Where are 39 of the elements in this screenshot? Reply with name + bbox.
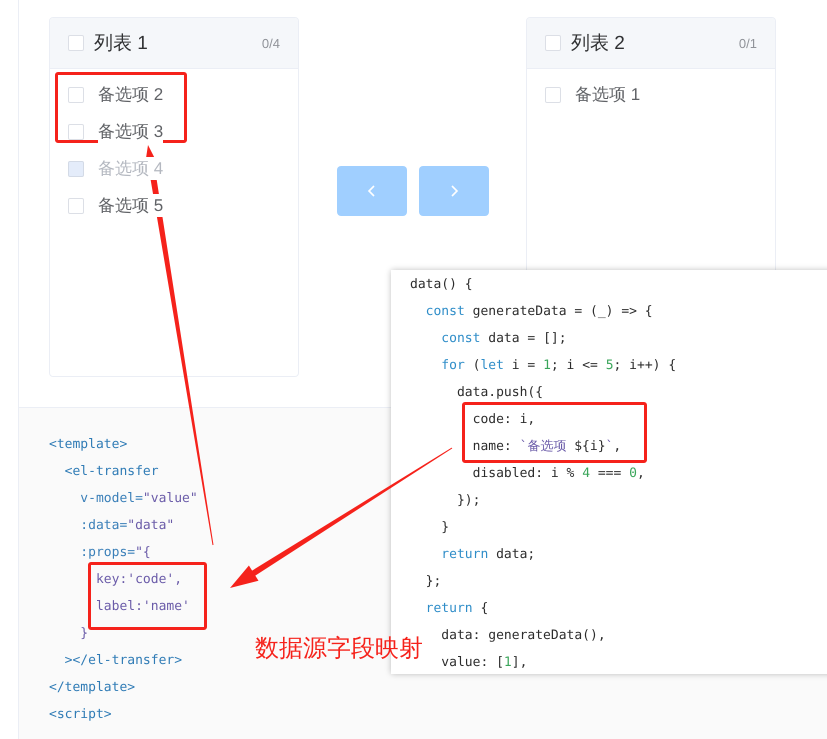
code-line: key:'code',	[94, 571, 182, 589]
code-line: data.push({	[456, 384, 544, 402]
checkbox[interactable]	[68, 124, 84, 140]
code-line: value: [1],	[440, 654, 528, 672]
code-line: });	[456, 492, 480, 510]
checkbox[interactable]	[68, 35, 84, 51]
checkbox[interactable]	[68, 86, 84, 102]
code-line: name: `备选项 ${i}`,	[472, 438, 622, 456]
code-line: return data;	[440, 546, 536, 564]
code-line: for (let i = 1; i <= 5; i++) {	[440, 357, 676, 375]
code-line: label:'name'	[94, 598, 190, 616]
code-line: v-model="value"	[79, 490, 198, 508]
annotation-label: 数据源字段映射	[255, 633, 423, 664]
code-line: code: i,	[472, 411, 536, 429]
selection-count: 0/1	[738, 36, 757, 50]
panel-title: 列表 2	[571, 32, 626, 56]
selection-count: 0/4	[262, 36, 280, 50]
code-line: <el-transfer	[64, 463, 159, 481]
code-line: :props="{	[79, 544, 151, 562]
code-line: const data = [];	[440, 330, 567, 348]
code-line: <template>	[49, 436, 128, 454]
code-line: disabled: i % 4 === 0,	[472, 465, 645, 483]
code-line: data: generateData(),	[440, 627, 606, 645]
option-label[interactable]: 备选项 3	[98, 120, 164, 143]
code-line: }	[440, 519, 450, 537]
code-line: const generateData = (_) => {	[424, 303, 653, 321]
code-line: <script>	[49, 706, 112, 724]
option-label[interactable]: 备选项 5	[98, 194, 164, 217]
checkbox[interactable]	[545, 35, 561, 51]
checkbox[interactable]	[545, 86, 561, 102]
checkbox[interactable]	[68, 198, 84, 214]
code-line: ></el-transfer>	[64, 652, 182, 670]
code-line: </template>	[49, 679, 136, 697]
code-line: }	[79, 625, 88, 643]
code-line: data() {	[410, 276, 473, 294]
code-line: };	[424, 573, 442, 591]
panel-title: 列表 1	[94, 32, 149, 56]
code-line: return {	[424, 600, 488, 618]
code-line: :data="data"	[79, 517, 174, 535]
